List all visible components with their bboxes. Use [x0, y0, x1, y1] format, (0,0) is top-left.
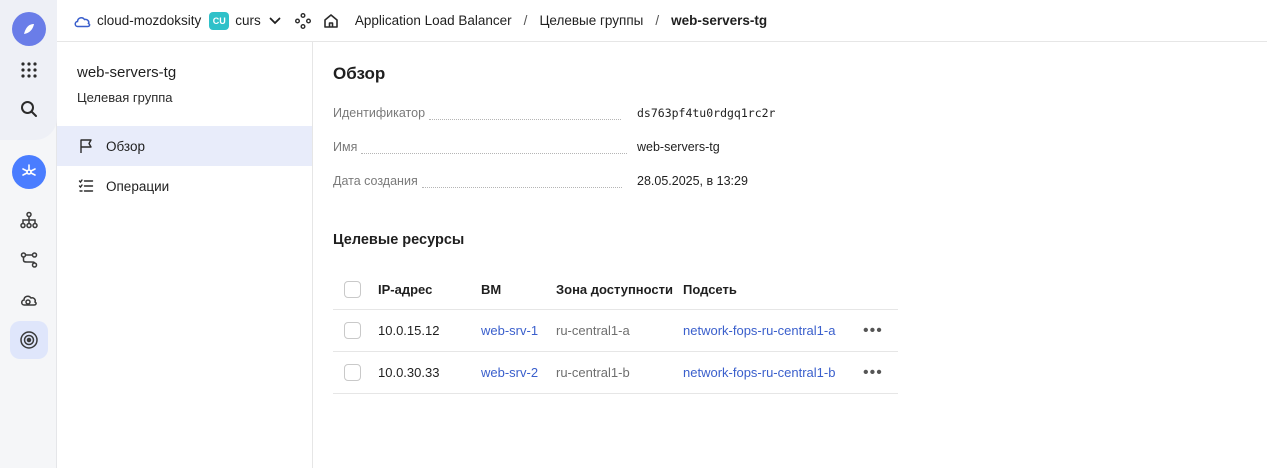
- topology-icon[interactable]: [10, 201, 48, 239]
- column-header-subnet: Подсеть: [683, 282, 737, 297]
- field-value[interactable]: ds763pf4tu0rdgq1rc2r: [637, 106, 775, 120]
- dotted-leader: [361, 152, 628, 154]
- field-id: Идентификатор ds763pf4tu0rdgq1rc2r: [333, 106, 853, 126]
- cloud-icon[interactable]: [10, 281, 48, 319]
- list-icon: [78, 178, 94, 194]
- cell-ip: 10.0.30.33: [378, 365, 440, 380]
- field-label: Имя: [333, 140, 358, 154]
- field-label: Дата создания: [333, 174, 418, 188]
- cell-subnet-link[interactable]: network-fops-ru-central1-a: [683, 310, 835, 351]
- breadcrumb-alb[interactable]: Application Load Balancer: [355, 13, 512, 28]
- select-all-checkbox[interactable]: [344, 281, 361, 298]
- home-icon[interactable]: [323, 13, 339, 29]
- nav-item-operations[interactable]: Операции: [57, 166, 312, 206]
- resource-sidebar: web-servers-tg Целевая группа Обзор Опер…: [57, 42, 313, 468]
- nav-item-overview[interactable]: Обзор: [57, 126, 312, 166]
- nav-item-label: Обзор: [106, 138, 145, 154]
- table-row: 10.0.30.33 web-srv-2 ru-central1-b netwo…: [333, 352, 898, 394]
- folder-name[interactable]: curs: [235, 13, 261, 28]
- breadcrumb-separator: /: [655, 13, 660, 28]
- main-content: Обзор Идентификатор ds763pf4tu0rdgq1rc2r…: [333, 42, 1267, 468]
- field-label: Идентификатор: [333, 106, 426, 120]
- cell-zone: ru-central1-b: [556, 365, 630, 380]
- row-checkbox[interactable]: [344, 322, 361, 339]
- search-icon[interactable]: [10, 90, 48, 128]
- logo-icon[interactable]: [10, 10, 48, 48]
- nav-item-label: Операции: [106, 178, 170, 194]
- target-icon[interactable]: [10, 321, 48, 359]
- breadcrumb-target-groups[interactable]: Целевые группы: [539, 13, 643, 28]
- breadcrumb-current: web-servers-tg: [671, 13, 768, 28]
- cell-zone: ru-central1-a: [556, 323, 630, 338]
- cell-subnet-link[interactable]: network-fops-ru-central1-b: [683, 352, 835, 393]
- row-actions-icon[interactable]: •••: [863, 310, 883, 351]
- column-header-vm: ВМ: [481, 282, 502, 297]
- resource-title: web-servers-tg: [77, 64, 177, 81]
- breadcrumb-separator: /: [523, 13, 528, 28]
- table-header-row: IP-адрес ВМ Зона доступности Подсеть: [333, 270, 898, 310]
- field-name: Имя web-servers-tg: [333, 140, 853, 160]
- targets-table: IP-адрес ВМ Зона доступности Подсеть 10.…: [333, 270, 898, 394]
- table-row: 10.0.15.12 web-srv-1 ru-central1-a netwo…: [333, 310, 898, 352]
- dotted-leader: [429, 118, 622, 120]
- load-balancer-icon[interactable]: [10, 153, 48, 191]
- row-checkbox[interactable]: [344, 364, 361, 381]
- chevron-down-icon[interactable]: [269, 17, 281, 25]
- nodes-icon[interactable]: [294, 12, 311, 29]
- folder-badge: CU: [209, 11, 230, 30]
- field-value: 28.05.2025, в 13:29: [637, 174, 748, 188]
- column-header-ip: IP-адрес: [378, 282, 433, 297]
- dotted-leader: [421, 186, 622, 188]
- cell-vm-link[interactable]: web-srv-2: [481, 352, 538, 393]
- flag-icon: [78, 138, 94, 154]
- cloud-name[interactable]: cloud-mozdoksity: [97, 13, 201, 28]
- cell-vm-link[interactable]: web-srv-1: [481, 310, 538, 351]
- column-header-zone: Зона доступности: [556, 282, 674, 297]
- routes-icon[interactable]: [10, 241, 48, 279]
- services-grid-icon[interactable]: [10, 51, 48, 89]
- top-header: cloud-mozdoksity CU curs Application Loa…: [57, 0, 1267, 42]
- cloud-outline-icon: [73, 14, 91, 28]
- row-actions-icon[interactable]: •••: [863, 352, 883, 393]
- field-created: Дата создания 28.05.2025, в 13:29: [333, 174, 853, 194]
- targets-section-title: Целевые ресурсы: [333, 232, 465, 248]
- field-value: web-servers-tg: [637, 140, 720, 154]
- left-rail: [0, 0, 57, 468]
- page-title: Обзор: [333, 64, 386, 83]
- cell-ip: 10.0.15.12: [378, 323, 440, 338]
- resource-type: Целевая группа: [77, 90, 173, 105]
